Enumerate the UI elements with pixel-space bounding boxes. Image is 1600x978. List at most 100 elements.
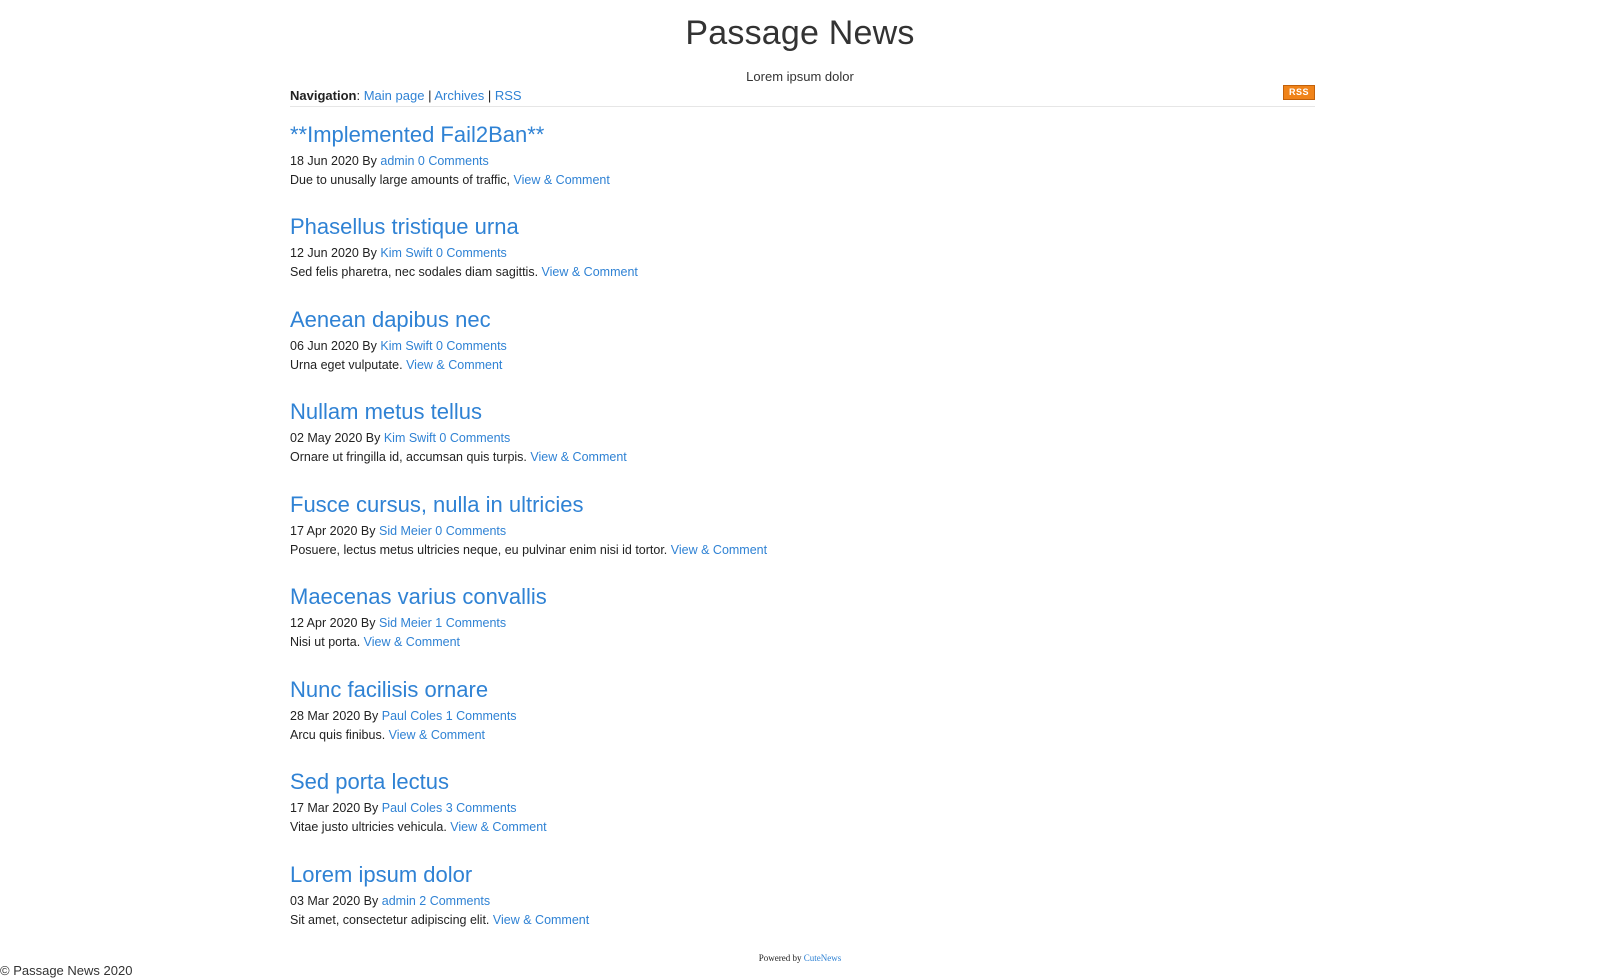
post-comments-link[interactable]: 1 Comments [435, 616, 506, 630]
navigation-label: Navigation [290, 88, 357, 103]
view-comment-link[interactable]: View & Comment [514, 173, 610, 187]
post-by: By [365, 431, 381, 445]
post-excerpt-text: Posuere, lectus metus ultricies neque, e… [290, 543, 668, 557]
post-comments-link[interactable]: 3 Comments [446, 801, 517, 815]
view-comment-link[interactable]: View & Comment [530, 450, 626, 464]
post-title-link[interactable]: Phasellus tristique urna [290, 214, 519, 239]
view-comment-link[interactable]: View & Comment [493, 913, 589, 927]
cutenews-link[interactable]: CuteNews [804, 953, 842, 963]
rss-feed-icon[interactable]: RSS [1283, 85, 1315, 100]
post-by: By [362, 246, 377, 260]
post-comments-link[interactable]: 1 Comments [446, 709, 517, 723]
post-date: 12 Jun 2020 [290, 246, 359, 260]
post-item: Aenean dapibus nec 06 Jun 2020 By Kim Sw… [290, 306, 1315, 374]
nav-link-rss[interactable]: RSS [495, 88, 522, 103]
post-item: Sed porta lectus 17 Mar 2020 By Paul Col… [290, 768, 1315, 836]
post-meta: 02 May 2020 By Kim Swift 0 Comments [290, 429, 1315, 447]
post-excerpt: Posuere, lectus metus ultricies neque, e… [290, 541, 1315, 559]
post-excerpt: Arcu quis finibus. View & Comment [290, 726, 1315, 744]
post-meta: 18 Jun 2020 By admin 0 Comments [290, 152, 1315, 170]
post-excerpt: Urna eget vulputate. View & Comment [290, 356, 1315, 374]
post-excerpt-text: Nisi ut porta. [290, 635, 361, 649]
post-by: By [360, 524, 376, 538]
view-comment-link[interactable]: View & Comment [389, 728, 485, 742]
post-title-link[interactable]: Aenean dapibus nec [290, 307, 491, 332]
post-excerpt-text: Sit amet, consectetur adipiscing elit. [290, 913, 490, 927]
post-item: Maecenas varius convallis 12 Apr 2020 By… [290, 583, 1315, 651]
post-meta: 12 Apr 2020 By Sid Meier 1 Comments [290, 614, 1315, 632]
post-by: By [363, 709, 379, 723]
post-excerpt: Ornare ut fringilla id, accumsan quis tu… [290, 448, 1315, 466]
post-excerpt: Vitae justo ultricies vehicula. View & C… [290, 818, 1315, 836]
post-by: By [362, 339, 377, 353]
post-date: 18 Jun 2020 [290, 154, 359, 168]
powered-by-text: Powered by [758, 953, 802, 963]
post-comments-link[interactable]: 2 Comments [419, 894, 490, 908]
post-date: 28 Mar 2020 [290, 709, 361, 723]
post-author-link[interactable]: Kim Swift [380, 246, 432, 260]
site-title: Passage News [685, 14, 915, 52]
post-item: Nunc facilisis ornare 28 Mar 2020 By Pau… [290, 676, 1315, 744]
post-excerpt-text: Arcu quis finibus. [290, 728, 386, 742]
post-comments-link[interactable]: 0 Comments [418, 154, 489, 168]
post-author-link[interactable]: admin [380, 154, 414, 168]
post-comments-link[interactable]: 0 Comments [435, 524, 506, 538]
navigation-bar: Navigation: Main page | Archives | RSS R… [290, 85, 1315, 107]
post-by: By [360, 616, 376, 630]
post-author-link[interactable]: Paul Coles [382, 709, 442, 723]
post-item: **Implemented Fail2Ban** 18 Jun 2020 By … [290, 121, 1315, 189]
post-by: By [363, 894, 379, 908]
post-author-link[interactable]: Sid Meier [379, 524, 432, 538]
navigation-colon: : [356, 88, 361, 103]
post-title-link[interactable]: Nullam metus tellus [290, 399, 482, 424]
powered-by: Powered by CuteNews [0, 953, 1600, 963]
post-excerpt: Due to unusally large amounts of traffic… [290, 171, 1315, 189]
view-comment-link[interactable]: View & Comment [450, 820, 546, 834]
post-excerpt: Nisi ut porta. View & Comment [290, 633, 1315, 651]
post-date: 06 Jun 2020 [290, 339, 359, 353]
post-date: 02 May 2020 [290, 431, 363, 445]
view-comment-link[interactable]: View & Comment [671, 543, 767, 557]
post-excerpt: Sit amet, consectetur adipiscing elit. V… [290, 911, 1315, 929]
post-comments-link[interactable]: 0 Comments [436, 339, 507, 353]
post-date: 17 Mar 2020 [290, 801, 361, 815]
post-excerpt-text: Ornare ut fringilla id, accumsan quis tu… [290, 450, 527, 464]
post-meta: 06 Jun 2020 By Kim Swift 0 Comments [290, 337, 1315, 355]
main-container: Navigation: Main page | Archives | RSS R… [290, 85, 1315, 927]
post-title-link[interactable]: Nunc facilisis ornare [290, 677, 488, 702]
post-meta: 17 Mar 2020 By Paul Coles 3 Comments [290, 799, 1315, 817]
post-title-link[interactable]: Maecenas varius convallis [290, 584, 547, 609]
view-comment-link[interactable]: View & Comment [406, 358, 502, 372]
post-meta: 03 Mar 2020 By admin 2 Comments [290, 892, 1315, 910]
view-comment-link[interactable]: View & Comment [364, 635, 460, 649]
post-title-link[interactable]: **Implemented Fail2Ban** [290, 122, 544, 147]
post-title-link[interactable]: Fusce cursus, nulla in ultricies [290, 492, 583, 517]
post-title-link[interactable]: Lorem ipsum dolor [290, 862, 472, 887]
post-author-link[interactable]: Kim Swift [380, 339, 432, 353]
post-comments-link[interactable]: 0 Comments [436, 246, 507, 260]
post-item: Fusce cursus, nulla in ultricies 17 Apr … [290, 491, 1315, 559]
post-excerpt-text: Urna eget vulputate. [290, 358, 403, 372]
post-title-link[interactable]: Sed porta lectus [290, 769, 449, 794]
nav-separator: | [487, 88, 492, 103]
post-date: 12 Apr 2020 [290, 616, 358, 630]
nav-link-main-page[interactable]: Main page [364, 88, 425, 103]
post-author-link[interactable]: Paul Coles [382, 801, 442, 815]
post-item: Nullam metus tellus 02 May 2020 By Kim S… [290, 398, 1315, 466]
site-tagline: Lorem ipsum dolor [746, 69, 854, 84]
post-excerpt-text: Due to unusally large amounts of traffic… [290, 173, 511, 187]
view-comment-link[interactable]: View & Comment [542, 265, 638, 279]
post-author-link[interactable]: admin [382, 894, 416, 908]
post-excerpt-text: Vitae justo ultricies vehicula. [290, 820, 447, 834]
post-comments-link[interactable]: 0 Comments [439, 431, 510, 445]
post-author-link[interactable]: Sid Meier [379, 616, 432, 630]
copyright-text: © Passage News 2020 [0, 963, 133, 978]
post-meta: 12 Jun 2020 By Kim Swift 0 Comments [290, 244, 1315, 262]
post-excerpt-text: Sed felis pharetra, nec sodales diam sag… [290, 265, 539, 279]
post-author-link[interactable]: Kim Swift [384, 431, 436, 445]
nav-link-archives[interactable]: Archives [434, 88, 484, 103]
post-date: 03 Mar 2020 [290, 894, 361, 908]
post-excerpt: Sed felis pharetra, nec sodales diam sag… [290, 263, 1315, 281]
post-meta: 17 Apr 2020 By Sid Meier 0 Comments [290, 522, 1315, 540]
post-date: 17 Apr 2020 [290, 524, 358, 538]
